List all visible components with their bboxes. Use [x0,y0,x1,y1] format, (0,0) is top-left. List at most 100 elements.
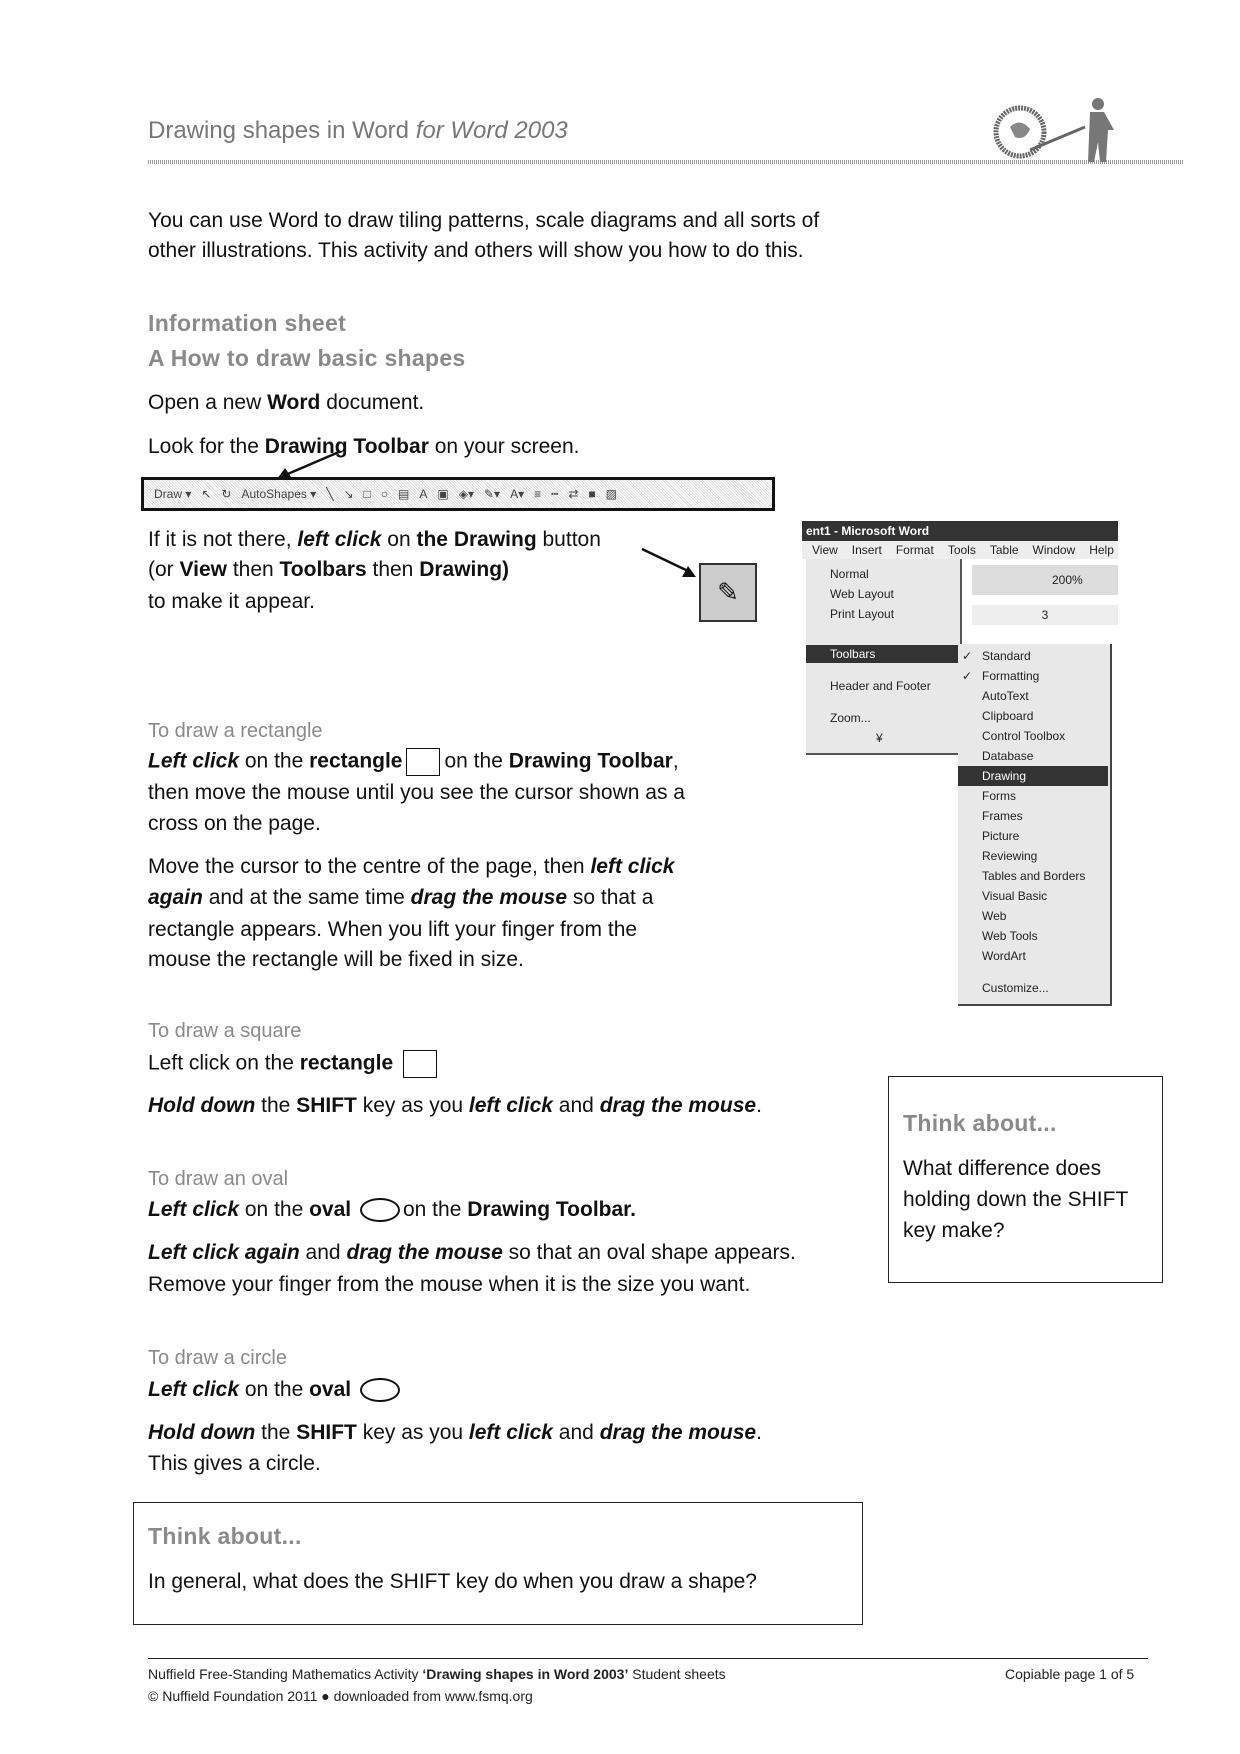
t: Hold down [148,1094,256,1117]
wordart-icon[interactable]: A [419,487,427,501]
textbox-icon[interactable]: ▤ [398,487,409,501]
notthere-line-1: If it is not there, left click on the Dr… [148,528,601,552]
t: Student sheets [628,1666,726,1682]
dash-style-icon[interactable]: ┅ [551,487,558,501]
shadow-icon[interactable]: ■ [588,487,595,501]
submenu-item-drawing[interactable]: Drawing [958,766,1108,786]
menu-tools[interactable]: Tools [948,541,976,559]
view-zoom[interactable]: Zoom... [830,709,871,727]
t: left click [297,528,382,551]
check-icon: ✓ [962,649,973,663]
view-header-footer[interactable]: Header and Footer [830,677,931,695]
submenu-item[interactable]: Frames [982,806,1023,826]
fill-color-icon[interactable]: ◈▾ [459,487,474,501]
expand-chevron[interactable]: ¥ [876,729,883,747]
submenu-item[interactable]: Formatting [982,666,1039,686]
oval-line-2: Left click again and drag the mouse so t… [148,1241,796,1265]
submenu-item[interactable]: WordArt [982,946,1026,966]
notthere-line-2: (or View then Toolbars then Drawing) [148,558,509,582]
t: key as you [356,1094,469,1117]
submenu-item[interactable]: Tables and Borders [982,866,1085,886]
think-line: What difference does [903,1157,1102,1180]
menu-format[interactable]: Format [896,541,934,559]
square-heading: To draw a square [148,1020,302,1042]
t: . [756,1421,762,1444]
t: button [536,528,601,551]
submenu-item[interactable]: AutoText [982,686,1029,706]
pointer-icon[interactable]: ↖ [201,487,211,501]
3d-icon[interactable]: ▨ [606,487,617,501]
draw-menu-button[interactable]: Draw ▾ [154,487,191,501]
square-line-2: Hold down the SHIFT key as you left clic… [148,1094,762,1118]
toolbars-submenu: ✓ ✓ Standard Formatting AutoText Clipboa… [958,644,1112,1006]
submenu-item[interactable]: Web Tools [982,926,1038,946]
square-line-1: Left click on the rectangle [148,1050,441,1078]
menu-table[interactable]: Table [990,541,1019,559]
t: Word [267,391,321,414]
page-number: Copiable page 1 of 5 [1005,1666,1135,1682]
ruler: 3 [972,605,1118,625]
rotate-icon[interactable]: ↻ [221,487,231,501]
submenu-item[interactable]: Visual Basic [982,886,1047,906]
word-menu-screenshot: ent1 - Microsoft Word View Insert Format To… [802,521,1118,1006]
line-style-icon[interactable]: ≡ [534,487,541,501]
submenu-item[interactable]: Control Toolbox [982,726,1065,746]
line-color-icon[interactable]: ✎▾ [484,487,500,501]
t: Drawing Toolbar [508,749,673,773]
t: Left click again [148,1241,300,1264]
oval-icon [359,1198,400,1223]
view-web-layout[interactable]: Web Layout [830,585,894,603]
submenu-item[interactable]: Reviewing [982,846,1037,866]
circle-line-3: This gives a circle. [148,1452,321,1475]
move-line-4: mouse the rectangle will be fixed in siz… [148,948,524,971]
menu-insert[interactable]: Insert [852,541,882,559]
autoshapes-button[interactable]: AutoShapes ▾ [241,487,316,501]
menu-view[interactable]: View [812,541,838,559]
intro-line-1: You can use Word to draw tiling patterns… [148,209,820,232]
arrow-tool-icon[interactable]: ↘ [343,487,353,501]
rect-line-1: Left click on the rectangle on the Drawin… [148,748,679,776]
t: rectangle [309,749,403,773]
picture-icon[interactable]: ▣ [437,487,448,501]
t: Look for the [148,435,265,458]
rectangle-heading: To draw a rectangle [148,720,323,742]
submenu-item-customize[interactable]: Customize... [982,978,1049,998]
t: key as you [356,1421,469,1444]
footer-line-2: © Nuffield Foundation 2011 ● downloaded … [148,1688,533,1704]
t: left click [468,1421,553,1444]
t: , [672,749,679,773]
submenu-item[interactable]: Picture [982,826,1019,846]
drawing-button-icon[interactable]: ✎ [699,563,757,622]
font-color-icon[interactable]: A▾ [510,487,524,501]
arrow-style-icon[interactable]: ⇄ [568,487,578,501]
t: ‘Drawing shapes in Word 2003’ [422,1666,629,1682]
t: on the [444,749,509,773]
t: and [552,1421,600,1444]
submenu-item[interactable]: Forms [982,786,1016,806]
think-line: holding down the SHIFT [903,1188,1129,1211]
circle-line-1: Left click on the oval [148,1378,403,1403]
t: the Drawing [416,528,537,551]
line-icon[interactable]: ╲ [326,487,333,501]
view-normal[interactable]: Normal [830,565,869,583]
view-toolbars[interactable]: Toolbars [806,645,960,663]
drawing-toolbar: Draw ▾ ↖ ↻ AutoShapes ▾ ╲ ↘ □ ○ ▤ A ▣ ◈▾ ✎▾ A▾… [141,477,775,511]
rectangle-icon [406,748,441,776]
submenu-item[interactable]: Database [982,746,1033,766]
notthere-line-3: to make it appear. [148,590,315,613]
t: on [381,528,417,551]
submenu-item[interactable]: Clipboard [982,706,1033,726]
t: and [299,1241,347,1264]
oval-tool-icon[interactable]: ○ [381,487,388,501]
menu-window[interactable]: Window [1033,541,1076,559]
view-print-layout[interactable]: Print Layout [830,605,894,623]
menu-help[interactable]: Help [1089,541,1114,559]
t: on the [239,1378,310,1401]
t: SHIFT [296,1094,357,1117]
t: drag the mouse [599,1421,757,1444]
rectangle-tool-icon[interactable]: □ [364,487,371,501]
submenu-item[interactable]: Standard [982,646,1031,666]
submenu-item[interactable]: Web [982,906,1006,926]
zoom-box[interactable]: 200% [972,565,1118,595]
oval-heading: To draw an oval [148,1168,289,1190]
